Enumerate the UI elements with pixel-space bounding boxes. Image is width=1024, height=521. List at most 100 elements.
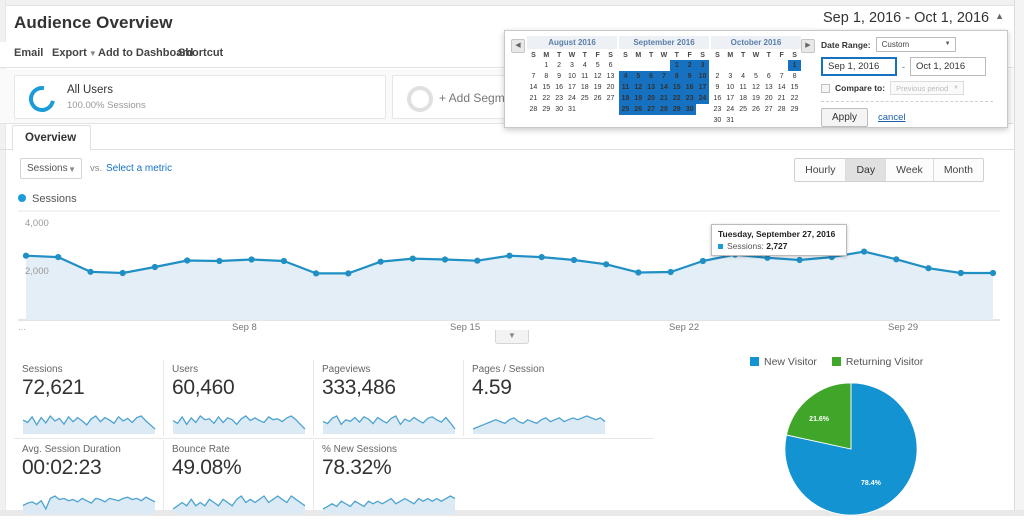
calendar-day[interactable]: 15 — [670, 82, 684, 93]
data-point[interactable] — [667, 268, 674, 276]
metric-card-new-sessions[interactable]: % New Sessions 78.32% — [314, 440, 464, 516]
data-point[interactable] — [699, 257, 707, 265]
calendar-day[interactable]: 2 — [553, 60, 566, 71]
calendar-day[interactable]: 19 — [591, 82, 604, 93]
calendar-day[interactable]: 2 — [711, 71, 724, 82]
calendar-day[interactable]: 26 — [750, 104, 763, 115]
calendar-day[interactable]: 4 — [737, 71, 750, 82]
metric-card-avg-session-duration[interactable]: Avg. Session Duration 00:02:23 — [14, 440, 164, 516]
calendar-day[interactable]: 18 — [578, 82, 591, 93]
data-point[interactable] — [22, 252, 30, 259]
calendar-day[interactable]: 26 — [591, 93, 604, 104]
calendar-day[interactable]: 24 — [724, 104, 737, 115]
calendar-day[interactable]: 1 — [788, 60, 801, 71]
data-point[interactable] — [925, 265, 932, 272]
calendar-grid[interactable]: S M T W T F S 1 2 3 4 5 6 7 8 9 10 11 12 13 14 15 16 17 18 19 20 21… — [711, 50, 801, 126]
calendar-day[interactable]: 20 — [644, 93, 658, 104]
calendar-day[interactable]: 11 — [737, 82, 750, 93]
calendar-day[interactable]: 22 — [540, 93, 553, 104]
data-point[interactable] — [538, 254, 545, 261]
granularity-day[interactable]: Day — [846, 159, 887, 181]
calendar-prev-month-button[interactable]: ◀ — [511, 39, 525, 53]
calendar-day[interactable]: 8 — [540, 71, 553, 82]
calendar-day[interactable]: 8 — [788, 71, 801, 82]
calendar-day[interactable]: 31 — [724, 115, 737, 126]
calendar-day[interactable]: 10 — [696, 71, 709, 82]
calendar-day[interactable]: 7 — [775, 71, 788, 82]
calendar-day[interactable]: 18 — [737, 93, 750, 104]
calendar-day[interactable]: 21 — [657, 93, 671, 104]
calendar-day[interactable]: 12 — [750, 82, 763, 93]
calendar-day[interactable]: 24 — [566, 93, 579, 104]
calendar-day[interactable]: 23 — [711, 104, 724, 115]
calendar-day[interactable]: 19 — [750, 93, 763, 104]
calendar-day[interactable]: 28 — [657, 104, 671, 115]
calendar-day[interactable]: 22 — [788, 93, 801, 104]
metric-card-bounce-rate[interactable]: Bounce Rate 49.08% — [164, 440, 314, 516]
data-point[interactable] — [55, 254, 62, 261]
data-point[interactable] — [87, 268, 94, 275]
calendar-day[interactable]: 10 — [566, 71, 579, 82]
calendar-day[interactable]: 17 — [724, 93, 737, 104]
pie-legend-returning-visitor[interactable]: Returning Visitor — [831, 356, 923, 368]
calendar-day[interactable]: 5 — [750, 71, 763, 82]
calendar-day[interactable]: 25 — [619, 104, 632, 115]
chart-legend[interactable]: Sessions — [18, 193, 77, 205]
data-point[interactable] — [441, 256, 449, 263]
calendar-day[interactable]: 14 — [775, 82, 788, 93]
data-point[interactable] — [345, 270, 352, 277]
calendar-day[interactable]: 24 — [696, 93, 709, 104]
calendar-day[interactable]: 30 — [711, 115, 724, 126]
shortcut-button[interactable]: Shortcut — [178, 47, 223, 59]
calendar-day[interactable]: 29 — [540, 104, 553, 115]
calendar-day[interactable]: 6 — [604, 60, 617, 71]
calendar-day[interactable]: 25 — [737, 104, 750, 115]
calendar-day[interactable]: 9 — [711, 82, 724, 93]
calendar-day[interactable]: 14 — [657, 82, 671, 93]
pie-legend-new-visitor[interactable]: New Visitor — [750, 356, 817, 368]
tab-overview[interactable]: Overview — [12, 125, 92, 151]
calendar-day[interactable]: 25 — [578, 93, 591, 104]
calendar-day[interactable]: 16 — [553, 82, 566, 93]
data-point[interactable] — [248, 256, 255, 263]
calendar-day[interactable]: 8 — [670, 71, 684, 82]
compare-to-select[interactable]: Previous period ▼ — [890, 81, 965, 95]
calendar-day[interactable]: 18 — [619, 93, 632, 104]
calendar-day[interactable]: 7 — [527, 71, 540, 82]
calendar-day[interactable]: 5 — [631, 71, 645, 82]
calendar-day[interactable]: 28 — [775, 104, 788, 115]
calendar-day[interactable]: 17 — [566, 82, 579, 93]
calendar-day[interactable]: 21 — [775, 93, 788, 104]
calendar-day[interactable]: 20 — [604, 82, 617, 93]
calendar-grid[interactable]: S M T W T F S 1 2 3 4 5 6 7 8 9 10 11 12 13 14 15 16 17 18 19 20 21… — [619, 50, 709, 115]
calendar-day[interactable]: 30 — [553, 104, 566, 115]
calendar-day[interactable]: 19 — [631, 93, 645, 104]
window-right-scrollbar[interactable] — [1014, 0, 1024, 516]
calendar-day[interactable]: 13 — [644, 82, 658, 93]
calendar-day[interactable]: 31 — [566, 104, 579, 115]
calendar-day[interactable]: 12 — [591, 71, 604, 82]
calendar-day[interactable]: 27 — [604, 93, 617, 104]
calendar-day[interactable]: 4 — [619, 71, 632, 82]
calendar-day[interactable]: 26 — [631, 104, 645, 115]
calendar-day[interactable]: 15 — [540, 82, 553, 93]
calendar-day[interactable]: 12 — [631, 82, 645, 93]
calendar-day[interactable]: 6 — [644, 71, 658, 82]
calendar-day[interactable]: 16 — [683, 82, 697, 93]
calendar-day[interactable]: 1 — [670, 60, 684, 71]
data-point[interactable] — [506, 252, 513, 259]
cancel-link[interactable]: cancel — [878, 112, 905, 123]
calendar-day[interactable]: 15 — [788, 82, 801, 93]
data-point[interactable] — [119, 269, 126, 277]
select-a-metric-link[interactable]: Select a metric — [106, 163, 172, 174]
data-point[interactable] — [957, 269, 964, 277]
compare-to-checkbox[interactable] — [821, 83, 830, 93]
calendar-grid[interactable]: S M T W T F S 1 2 3 4 5 6 7 8 9 10 11 12 13 14 15 16 17 18 19 20 21… — [527, 50, 617, 115]
calendar-day[interactable]: 3 — [566, 60, 579, 71]
calendar-day[interactable]: 5 — [591, 60, 604, 71]
metric-card-pageviews[interactable]: Pageviews 333,486 — [314, 360, 464, 436]
calendar-day[interactable]: 30 — [683, 104, 697, 115]
calendar-day[interactable]: 13 — [762, 82, 775, 93]
date-range-display[interactable]: Sep 1, 2016 - Oct 1, 2016 ▲ — [813, 8, 1010, 28]
calendar-day[interactable]: 9 — [683, 71, 697, 82]
